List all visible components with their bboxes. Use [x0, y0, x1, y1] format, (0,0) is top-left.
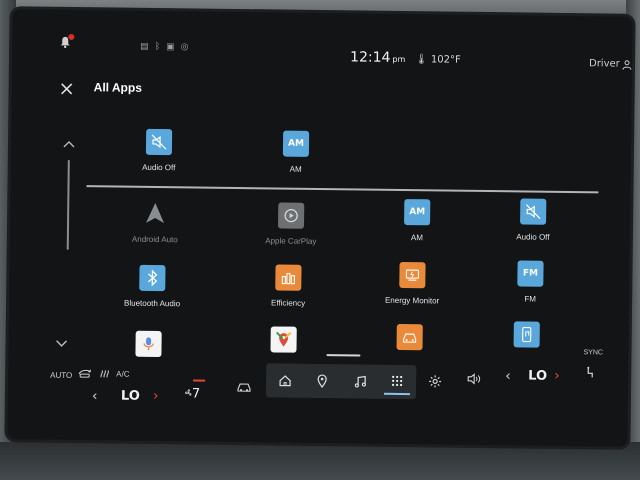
left-temp-decrease-icon[interactable]: ‹	[92, 388, 98, 404]
bluetooth-icon	[139, 264, 166, 292]
recirculation-icon[interactable]	[78, 368, 92, 378]
left-temp-value: LO	[120, 388, 140, 404]
page-indicator	[326, 354, 361, 357]
sync-button[interactable]: SYNC	[583, 349, 603, 356]
energy-monitor-icon	[399, 261, 426, 289]
app-vehicle[interactable]	[355, 323, 465, 351]
infotainment-screen: ▤ ᛒ ▣ ◎ 12:14 pm 🌡︎ 102°F Driver All Apps…	[7, 9, 633, 447]
app-grid-icon[interactable]	[384, 368, 411, 396]
app-fm[interactable]: FM FM	[475, 260, 586, 304]
ac-button[interactable]: A/C	[116, 370, 129, 379]
message-icon: ▤	[140, 41, 149, 52]
music-note-icon[interactable]	[347, 368, 373, 394]
clock-time: 12:14	[349, 49, 391, 66]
check-circle-icon: ◎	[180, 42, 189, 53]
system-status-icons: ▤ ᛒ ▣ ◎	[140, 42, 188, 53]
app-am[interactable]: AM AM	[362, 199, 473, 243]
am-radio-icon: AM	[404, 199, 431, 226]
efficiency-icon	[275, 264, 302, 291]
clock: 12:14 pm	[350, 49, 405, 66]
scroll-down-icon[interactable]	[56, 340, 68, 348]
favorite-audio-off[interactable]: Audio Off	[104, 128, 215, 172]
defrost-icon[interactable]	[98, 367, 110, 379]
thermometer-icon: 🌡︎	[414, 54, 428, 66]
google-maps-icon	[270, 326, 297, 353]
favorites-divider	[86, 185, 599, 194]
app-voice-assistant[interactable]	[93, 330, 203, 358]
app-dock	[265, 363, 417, 400]
volume-icon[interactable]	[467, 373, 481, 385]
am-radio-icon: AM	[282, 130, 310, 157]
carplay-icon	[277, 202, 305, 229]
climate-auto[interactable]: AUTO	[50, 371, 72, 380]
app-android-auto[interactable]: Android Auto	[100, 200, 211, 244]
phone-media-icon	[513, 321, 540, 348]
app-apple-carplay[interactable]: Apple CarPlay	[236, 202, 347, 246]
scroll-up-icon[interactable]	[63, 140, 75, 148]
speaker-mute-icon	[520, 198, 547, 225]
app-label: Android Auto	[131, 234, 178, 245]
fan-speed-value: 7	[191, 386, 201, 402]
scrollbar[interactable]	[66, 159, 70, 250]
favorite-am[interactable]: AM AM	[241, 130, 352, 174]
app-phone-media[interactable]	[472, 321, 582, 348]
app-label: Energy Monitor	[384, 295, 440, 306]
phone-status-icon: ▣	[166, 42, 175, 53]
page-title: All Apps	[93, 80, 143, 95]
vehicle-icon	[396, 323, 423, 351]
car-settings-icon[interactable]	[236, 381, 252, 393]
gear-icon[interactable]	[428, 374, 442, 388]
app-google-maps[interactable]	[228, 326, 338, 353]
android-auto-icon	[142, 201, 168, 227]
right-temp-value: LO	[528, 368, 548, 384]
seat-heat-icon[interactable]	[585, 366, 595, 378]
app-efficiency[interactable]: Efficiency	[233, 264, 344, 308]
app-energy-monitor[interactable]: Energy Monitor	[357, 261, 468, 305]
home-icon[interactable]	[272, 367, 298, 393]
app-label: Audio Off	[142, 162, 176, 173]
clock-ampm: pm	[392, 54, 406, 65]
notification-dot	[68, 33, 75, 40]
app-label: FM	[524, 294, 536, 304]
app-label: AM	[410, 233, 423, 243]
left-temp-increase-icon[interactable]: ›	[153, 388, 159, 404]
speaker-mute-icon	[145, 128, 173, 156]
app-label: Efficiency	[270, 298, 306, 308]
app-label: Bluetooth Audio	[123, 298, 181, 309]
app-audio-off[interactable]: Audio Off	[478, 198, 589, 242]
dashboard-bottom	[0, 442, 640, 480]
app-label: Apple CarPlay	[265, 236, 317, 246]
navigation-pin-icon[interactable]	[309, 368, 335, 394]
driver-profile-label[interactable]: Driver	[589, 58, 620, 69]
app-label: AM	[289, 164, 302, 174]
person-icon[interactable]	[622, 60, 632, 70]
bluetooth-status-icon: ᛒ	[154, 41, 161, 53]
microphone-icon	[135, 330, 162, 358]
temperature-value: 102°F	[430, 54, 461, 66]
app-label: Audio Off	[516, 232, 550, 242]
app-bluetooth-audio[interactable]: Bluetooth Audio	[97, 264, 208, 308]
close-icon[interactable]	[60, 82, 74, 96]
right-temp-decrease-icon[interactable]: ‹	[505, 368, 511, 384]
fan-level-indicator	[193, 379, 206, 382]
fm-radio-icon: FM	[517, 260, 544, 287]
outside-temperature: 🌡︎ 102°F	[415, 54, 461, 66]
right-temp-increase-icon[interactable]: ›	[554, 368, 560, 384]
